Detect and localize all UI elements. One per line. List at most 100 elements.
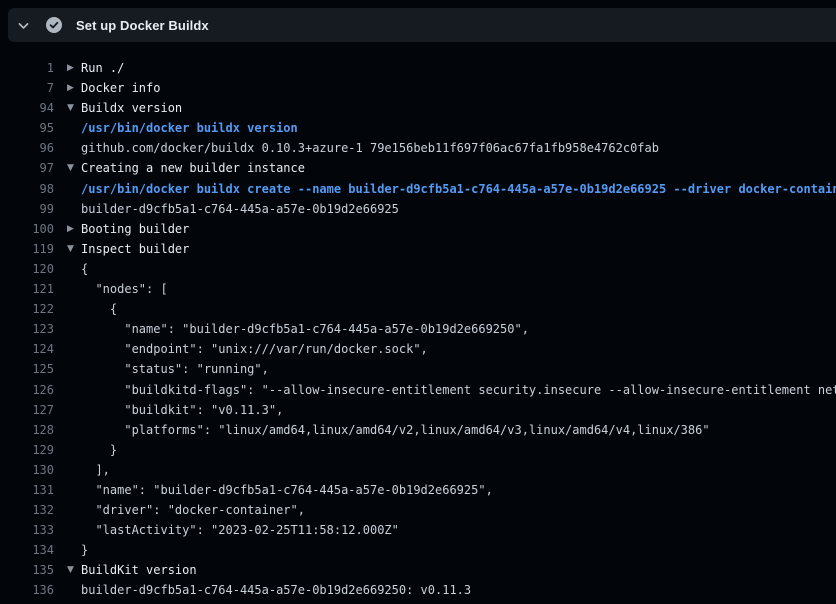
line-number[interactable]: 99 xyxy=(0,199,54,219)
log-group-line[interactable]: 135 ▼BuildKit version xyxy=(0,560,836,580)
arrow-spacer xyxy=(67,259,81,279)
line-number[interactable]: 97 xyxy=(0,158,54,178)
log-group-line[interactable]: 7 ▶Docker info xyxy=(0,78,836,98)
log-text: { xyxy=(81,259,88,279)
triangle-down-icon: ▼ xyxy=(67,239,81,259)
step-title: Set up Docker Buildx xyxy=(76,18,209,33)
arrow-spacer xyxy=(67,380,81,400)
arrow-spacer xyxy=(67,520,81,540)
line-number[interactable]: 124 xyxy=(0,339,54,359)
triangle-down-icon: ▼ xyxy=(67,560,81,580)
arrow-spacer xyxy=(67,339,81,359)
line-number[interactable]: 121 xyxy=(0,279,54,299)
log-text: { xyxy=(81,299,117,319)
log-text: BuildKit version xyxy=(81,560,197,580)
log-line: 98/usr/bin/docker buildx create --name b… xyxy=(0,179,836,199)
arrow-spacer xyxy=(67,118,81,138)
log-line: 96 github.com/docker/buildx 0.10.3+azure-… xyxy=(0,138,836,158)
log-line: 128 "platforms": "linux/amd64,linux/amd6… xyxy=(0,420,836,440)
line-number[interactable]: 132 xyxy=(0,500,54,520)
log-text: } xyxy=(81,540,88,560)
line-number[interactable]: 96 xyxy=(0,138,54,158)
line-number[interactable]: 1 xyxy=(0,58,54,78)
log-text: "name": "builder-d9cfb5a1-c764-445a-a57e… xyxy=(81,319,529,339)
line-number[interactable]: 128 xyxy=(0,420,54,440)
line-number[interactable]: 94 xyxy=(0,98,54,118)
log-line: 95/usr/bin/docker buildx version xyxy=(0,118,836,138)
chevron-down-icon xyxy=(17,19,30,32)
triangle-right-icon: ▶ xyxy=(67,58,81,78)
arrow-spacer xyxy=(67,500,81,520)
line-number[interactable]: 130 xyxy=(0,460,54,480)
log-group-line[interactable]: 119 ▼Inspect builder xyxy=(0,239,836,259)
line-number[interactable]: 119 xyxy=(0,239,54,259)
log-line: 120 { xyxy=(0,259,836,279)
log-line: 122 { xyxy=(0,299,836,319)
arrow-spacer xyxy=(67,359,81,379)
log-line: 131 "name": "builder-d9cfb5a1-c764-445a-… xyxy=(0,480,836,500)
log-text: Booting builder xyxy=(81,219,189,239)
log-line: 132 "driver": "docker-container", xyxy=(0,500,836,520)
log-text: /usr/bin/docker buildx version xyxy=(81,118,298,138)
log-text: "buildkit": "v0.11.3", xyxy=(81,400,283,420)
log-line: 126 "buildkitd-flags": "--allow-insecure… xyxy=(0,380,836,400)
arrow-spacer xyxy=(67,299,81,319)
log-text: builder-d9cfb5a1-c764-445a-a57e-0b19d2e6… xyxy=(81,199,399,219)
line-number[interactable]: 129 xyxy=(0,440,54,460)
log-line: 127 "buildkit": "v0.11.3", xyxy=(0,400,836,420)
arrow-spacer xyxy=(67,199,81,219)
log-group-line[interactable]: 1 ▶Run ./ xyxy=(0,58,836,78)
log-text: Docker info xyxy=(81,78,160,98)
line-number[interactable]: 7 xyxy=(0,78,54,98)
log-text: Inspect builder xyxy=(81,239,189,259)
log-line: 124 "endpoint": "unix:///var/run/docker.… xyxy=(0,339,836,359)
log-line: 129 } xyxy=(0,440,836,460)
log-lines: 1▶Run ./7▶Docker info94▼Buildx version95… xyxy=(0,58,836,601)
log-text: Buildx version xyxy=(81,98,182,118)
line-number[interactable]: 136 xyxy=(0,580,54,600)
line-number[interactable]: 126 xyxy=(0,380,54,400)
log-group-line[interactable]: 100 ▶Booting builder xyxy=(0,219,836,239)
log-text: Run ./ xyxy=(81,58,124,78)
log-text: "status": "running", xyxy=(81,359,269,379)
triangle-down-icon: ▼ xyxy=(67,98,81,118)
arrow-spacer xyxy=(67,319,81,339)
arrow-spacer xyxy=(67,460,81,480)
log-line: 134} xyxy=(0,540,836,560)
log-group-line[interactable]: 94 ▼Buildx version xyxy=(0,98,836,118)
line-number[interactable]: 98 xyxy=(0,179,54,199)
log-text: /usr/bin/docker buildx create --name bui… xyxy=(81,179,836,199)
line-number[interactable]: 133 xyxy=(0,520,54,540)
arrow-spacer xyxy=(67,440,81,460)
log-text: "lastActivity": "2023-02-25T11:58:12.000… xyxy=(81,520,399,540)
triangle-right-icon: ▶ xyxy=(67,219,81,239)
step-header[interactable]: Set up Docker Buildx xyxy=(8,8,836,42)
line-number[interactable]: 120 xyxy=(0,259,54,279)
line-number[interactable]: 135 xyxy=(0,560,54,580)
line-number[interactable]: 131 xyxy=(0,480,54,500)
line-number[interactable]: 123 xyxy=(0,319,54,339)
log-line: 133 "lastActivity": "2023-02-25T11:58:12… xyxy=(0,520,836,540)
line-number[interactable]: 125 xyxy=(0,359,54,379)
log-text: builder-d9cfb5a1-c764-445a-a57e-0b19d2e6… xyxy=(81,580,471,600)
line-number[interactable]: 134 xyxy=(0,540,54,560)
log-text: Creating a new builder instance xyxy=(81,158,305,178)
log-text: "buildkitd-flags": "--allow-insecure-ent… xyxy=(81,380,836,400)
log-group-line[interactable]: 97▼Creating a new builder instance xyxy=(0,158,836,178)
log-line: 136 builder-d9cfb5a1-c764-445a-a57e-0b19d… xyxy=(0,580,836,600)
line-number[interactable]: 100 xyxy=(0,219,54,239)
log-line: 99 builder-d9cfb5a1-c764-445a-a57e-0b19d2… xyxy=(0,199,836,219)
log-text: "endpoint": "unix:///var/run/docker.sock… xyxy=(81,339,428,359)
log-container: 1▶Run ./7▶Docker info94▼Buildx version95… xyxy=(0,42,836,604)
actions-log-viewer: Set up Docker Buildx 1▶Run ./7▶Docker in… xyxy=(0,0,836,604)
line-number[interactable]: 122 xyxy=(0,299,54,319)
log-text: "name": "builder-d9cfb5a1-c764-445a-a57e… xyxy=(81,480,493,500)
line-number[interactable]: 95 xyxy=(0,118,54,138)
line-number[interactable]: 127 xyxy=(0,400,54,420)
triangle-right-icon: ▶ xyxy=(67,78,81,98)
log-text: github.com/docker/buildx 0.10.3+azure-1 … xyxy=(81,138,659,158)
log-text: "nodes": [ xyxy=(81,279,168,299)
log-line: 125 "status": "running", xyxy=(0,359,836,379)
arrow-spacer xyxy=(67,580,81,600)
collapse-step-button[interactable] xyxy=(8,8,38,42)
